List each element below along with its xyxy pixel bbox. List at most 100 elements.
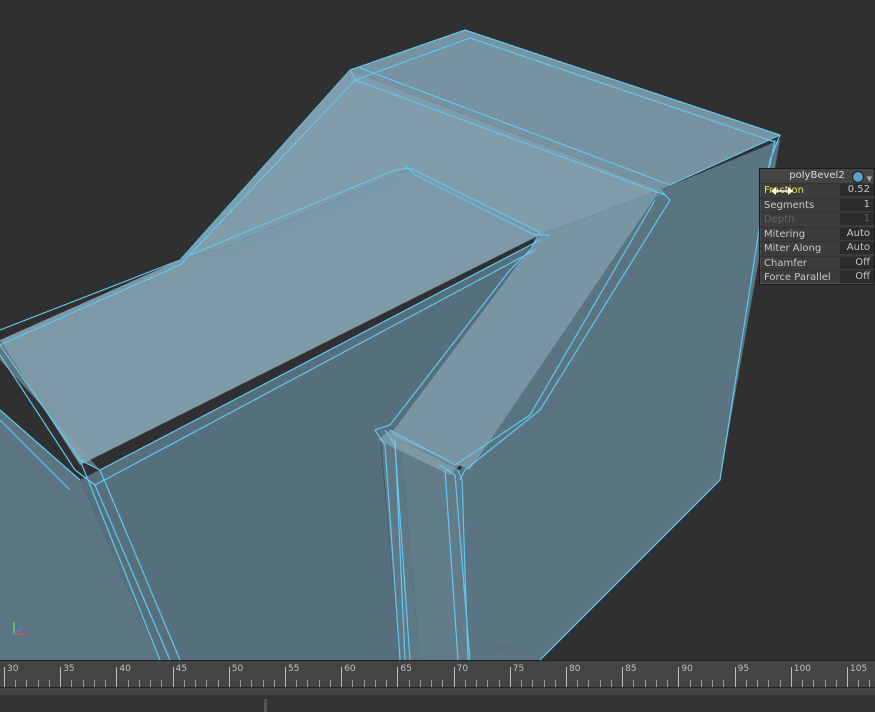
timeline-frame-label: 70 [456,664,469,674]
timeline-minor-tick [408,680,410,687]
attribute-name[interactable]: Mitering [764,228,805,242]
timeline-minor-tick [543,680,545,687]
timeline-major-tick [622,667,624,687]
timeline-major-tick [285,667,286,687]
timeline-minor-tick [610,680,612,687]
attribute-row-segments[interactable]: Segments 1 [760,197,874,213]
timeline-minor-tick [183,680,185,687]
range-slider-handle[interactable] [264,699,267,712]
attribute-row-force-parallel[interactable]: Force Parallel Off [760,270,874,285]
timeline-minor-tick [824,680,826,687]
timeline-minor-tick [802,680,804,687]
timeline-minor-tick [554,680,556,687]
attribute-value[interactable]: Auto [840,242,874,254]
timeline-minor-tick [577,680,579,687]
attribute-name[interactable]: Segments [764,199,814,213]
timeline-major-tick [566,667,567,687]
bevel-box-title: polyBevel2 [789,170,845,181]
camera-label: persp [494,643,517,652]
attribute-row-chamfer[interactable]: Chamfer Off [760,255,874,271]
timeline-minor-tick [240,680,242,687]
attribute-row-mitering[interactable]: Mitering Auto [760,226,874,242]
timeline-major-tick [4,667,5,687]
timeline-minor-tick [464,680,466,687]
perspective-viewport[interactable]: persp [0,0,875,660]
timeline-minor-tick [813,680,815,687]
bevel-box-header: polyBevel2 ▼ [760,169,874,183]
timeline-frame-label: 50 [231,664,244,674]
timeline-minor-tick [431,680,433,687]
timeline-minor-tick [869,680,871,687]
timeline-minor-tick [195,680,197,687]
timeline-minor-tick [127,680,129,687]
timeline-major-tick [60,667,62,687]
timeline-frame-label: 45 [175,664,188,674]
timeline-minor-tick [487,680,489,687]
timeline-major-tick [453,667,455,687]
attribute-row-depth[interactable]: Depth 1 [760,212,874,227]
timeline-major-tick [847,667,848,687]
timeline-minor-tick [296,680,298,687]
timeline-minor-tick [71,680,73,687]
timeline-major-tick [790,667,792,687]
timeline-minor-tick [419,680,421,687]
timeline-frame-label: 95 [737,664,750,674]
timeline-minor-tick [273,680,275,687]
timeline-minor-tick [712,680,714,687]
attribute-name[interactable]: Chamfer [764,257,807,271]
timeline-major-tick [678,667,680,687]
timeline-frame-label: 105 [850,664,868,674]
timeline-frame-label: 85 [625,664,637,674]
timeline-minor-tick [745,680,747,687]
timeline-minor-tick [689,680,691,687]
timeline-minor-tick [588,680,590,687]
attribute-value[interactable]: 1 [840,213,874,225]
timeline-minor-tick [374,680,376,687]
timeline-minor-tick [26,680,28,687]
timeline-minor-tick [644,680,646,687]
bevel-mesh[interactable] [0,0,875,660]
attribute-row-miter-along[interactable]: Miter Along Auto [760,241,874,256]
attribute-name[interactable]: Force Parallel [764,271,831,285]
time-slider[interactable]: 30 35 40 45 50 55 60 65 70 75 80 85 90 95 100 105 [0,660,875,696]
range-slider[interactable] [0,695,875,712]
timeline-minor-tick [206,680,208,687]
node-settings-icon[interactable] [852,171,864,183]
attribute-value[interactable]: 0.52 [840,184,874,196]
timeline-major-tick [734,667,736,687]
timeline-minor-tick [442,680,444,687]
timeline-minor-tick [93,680,95,687]
timeline-major-tick [228,667,230,687]
attribute-value[interactable]: Auto [840,227,874,240]
attribute-value[interactable]: Off [840,256,874,269]
attribute-value[interactable]: 1 [840,198,874,211]
timeline-minor-tick [105,680,107,687]
timeline-minor-tick [150,680,152,687]
attribute-name[interactable]: Depth [764,213,794,227]
timeline-frame-label: 100 [793,664,811,674]
timeline-minor-tick [251,680,253,687]
timeline-minor-tick [262,680,264,687]
timeline-minor-tick [138,680,140,687]
timeline-minor-tick [723,680,725,687]
attribute-name[interactable]: Miter Along [764,242,821,256]
timeline-minor-tick [655,680,657,687]
timeline-frame-label: 90 [681,664,693,674]
drag-cursor-icon [771,187,793,195]
timeline-frame-label: 30 [7,664,19,674]
timeline-major-tick [116,667,118,687]
timeline-minor-tick [858,680,860,687]
timeline-minor-tick [15,680,17,687]
timeline-minor-tick [633,680,635,687]
timeline-minor-tick [37,680,39,687]
timeline-minor-tick [82,680,84,687]
timeline-frame-label: 40 [119,664,131,674]
timeline-frame-label: 60 [344,664,356,674]
timeline-major-tick [341,667,343,687]
timeline-minor-tick [700,680,702,687]
timeline-minor-tick [476,680,478,687]
timeline-minor-tick [352,680,354,687]
timeline-minor-tick [48,680,50,687]
attribute-value[interactable]: Off [840,271,874,283]
timeline-frame-label: 35 [63,664,75,674]
